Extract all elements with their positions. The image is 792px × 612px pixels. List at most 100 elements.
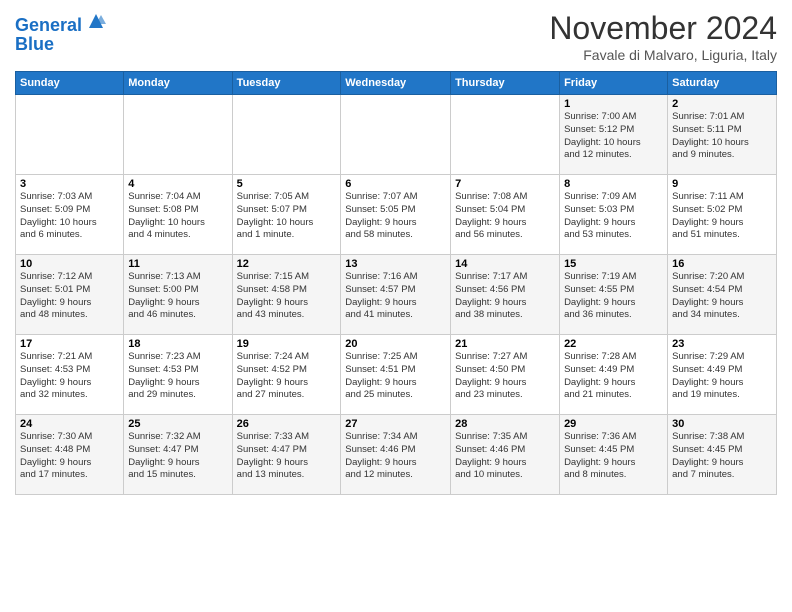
- day-number: 1: [564, 98, 663, 110]
- day-number: 19: [237, 338, 337, 350]
- day-number: 23: [672, 338, 772, 350]
- day-number: 22: [564, 338, 663, 350]
- day-info: Sunrise: 7:35 AM Sunset: 4:46 PM Dayligh…: [455, 431, 555, 482]
- day-info: Sunrise: 7:36 AM Sunset: 4:45 PM Dayligh…: [564, 431, 663, 482]
- title-block: November 2024 Favale di Malvaro, Liguria…: [549, 10, 777, 63]
- day-info: Sunrise: 7:29 AM Sunset: 4:49 PM Dayligh…: [672, 351, 772, 402]
- day-info: Sunrise: 7:08 AM Sunset: 5:04 PM Dayligh…: [455, 191, 555, 242]
- calendar-week-row: 1Sunrise: 7:00 AM Sunset: 5:12 PM Daylig…: [16, 95, 777, 175]
- month-title: November 2024: [549, 10, 777, 47]
- day-info: Sunrise: 7:04 AM Sunset: 5:08 PM Dayligh…: [128, 191, 227, 242]
- day-number: 6: [345, 178, 446, 190]
- weekday-header-sunday: Sunday: [16, 72, 124, 95]
- day-number: 17: [20, 338, 119, 350]
- day-number: 8: [564, 178, 663, 190]
- day-info: Sunrise: 7:23 AM Sunset: 4:53 PM Dayligh…: [128, 351, 227, 402]
- day-info: Sunrise: 7:16 AM Sunset: 4:57 PM Dayligh…: [345, 271, 446, 322]
- weekday-header-wednesday: Wednesday: [341, 72, 451, 95]
- day-number: 30: [672, 418, 772, 430]
- day-info: Sunrise: 7:33 AM Sunset: 4:47 PM Dayligh…: [237, 431, 337, 482]
- calendar-cell: 16Sunrise: 7:20 AM Sunset: 4:54 PM Dayli…: [668, 255, 777, 335]
- day-info: Sunrise: 7:20 AM Sunset: 4:54 PM Dayligh…: [672, 271, 772, 322]
- day-info: Sunrise: 7:28 AM Sunset: 4:49 PM Dayligh…: [564, 351, 663, 402]
- day-info: Sunrise: 7:32 AM Sunset: 4:47 PM Dayligh…: [128, 431, 227, 482]
- calendar-week-row: 3Sunrise: 7:03 AM Sunset: 5:09 PM Daylig…: [16, 175, 777, 255]
- calendar-cell: 26Sunrise: 7:33 AM Sunset: 4:47 PM Dayli…: [232, 415, 341, 495]
- day-info: Sunrise: 7:09 AM Sunset: 5:03 PM Dayligh…: [564, 191, 663, 242]
- day-number: 20: [345, 338, 446, 350]
- weekday-header-monday: Monday: [124, 72, 232, 95]
- day-info: Sunrise: 7:17 AM Sunset: 4:56 PM Dayligh…: [455, 271, 555, 322]
- calendar-cell: 17Sunrise: 7:21 AM Sunset: 4:53 PM Dayli…: [16, 335, 124, 415]
- weekday-header-thursday: Thursday: [451, 72, 560, 95]
- main-container: General Blue November 2024 Favale di Mal…: [0, 0, 792, 505]
- calendar-week-row: 24Sunrise: 7:30 AM Sunset: 4:48 PM Dayli…: [16, 415, 777, 495]
- day-number: 25: [128, 418, 227, 430]
- calendar-cell: [341, 95, 451, 175]
- day-info: Sunrise: 7:00 AM Sunset: 5:12 PM Dayligh…: [564, 111, 663, 162]
- day-info: Sunrise: 7:07 AM Sunset: 5:05 PM Dayligh…: [345, 191, 446, 242]
- calendar-cell: [232, 95, 341, 175]
- day-info: Sunrise: 7:27 AM Sunset: 4:50 PM Dayligh…: [455, 351, 555, 402]
- calendar-cell: 24Sunrise: 7:30 AM Sunset: 4:48 PM Dayli…: [16, 415, 124, 495]
- calendar-cell: 9Sunrise: 7:11 AM Sunset: 5:02 PM Daylig…: [668, 175, 777, 255]
- day-number: 28: [455, 418, 555, 430]
- day-info: Sunrise: 7:21 AM Sunset: 4:53 PM Dayligh…: [20, 351, 119, 402]
- day-info: Sunrise: 7:19 AM Sunset: 4:55 PM Dayligh…: [564, 271, 663, 322]
- day-number: 5: [237, 178, 337, 190]
- day-number: 2: [672, 98, 772, 110]
- weekday-header-saturday: Saturday: [668, 72, 777, 95]
- calendar-week-row: 10Sunrise: 7:12 AM Sunset: 5:01 PM Dayli…: [16, 255, 777, 335]
- logo-icon: [85, 10, 107, 32]
- day-info: Sunrise: 7:24 AM Sunset: 4:52 PM Dayligh…: [237, 351, 337, 402]
- subtitle: Favale di Malvaro, Liguria, Italy: [549, 47, 777, 63]
- calendar-cell: 13Sunrise: 7:16 AM Sunset: 4:57 PM Dayli…: [341, 255, 451, 335]
- calendar-cell: 6Sunrise: 7:07 AM Sunset: 5:05 PM Daylig…: [341, 175, 451, 255]
- calendar-cell: 10Sunrise: 7:12 AM Sunset: 5:01 PM Dayli…: [16, 255, 124, 335]
- day-number: 21: [455, 338, 555, 350]
- logo: General Blue: [15, 14, 107, 55]
- calendar-cell: 1Sunrise: 7:00 AM Sunset: 5:12 PM Daylig…: [560, 95, 668, 175]
- day-info: Sunrise: 7:03 AM Sunset: 5:09 PM Dayligh…: [20, 191, 119, 242]
- calendar-cell: 14Sunrise: 7:17 AM Sunset: 4:56 PM Dayli…: [451, 255, 560, 335]
- day-number: 11: [128, 258, 227, 270]
- day-number: 14: [455, 258, 555, 270]
- calendar-cell: 8Sunrise: 7:09 AM Sunset: 5:03 PM Daylig…: [560, 175, 668, 255]
- calendar-cell: 22Sunrise: 7:28 AM Sunset: 4:49 PM Dayli…: [560, 335, 668, 415]
- day-info: Sunrise: 7:15 AM Sunset: 4:58 PM Dayligh…: [237, 271, 337, 322]
- weekday-header-tuesday: Tuesday: [232, 72, 341, 95]
- calendar-cell: 23Sunrise: 7:29 AM Sunset: 4:49 PM Dayli…: [668, 335, 777, 415]
- calendar-cell: 5Sunrise: 7:05 AM Sunset: 5:07 PM Daylig…: [232, 175, 341, 255]
- day-number: 9: [672, 178, 772, 190]
- day-info: Sunrise: 7:13 AM Sunset: 5:00 PM Dayligh…: [128, 271, 227, 322]
- day-info: Sunrise: 7:38 AM Sunset: 4:45 PM Dayligh…: [672, 431, 772, 482]
- calendar-cell: 19Sunrise: 7:24 AM Sunset: 4:52 PM Dayli…: [232, 335, 341, 415]
- day-number: 7: [455, 178, 555, 190]
- logo-text: General: [15, 16, 82, 36]
- day-number: 10: [20, 258, 119, 270]
- calendar-cell: 21Sunrise: 7:27 AM Sunset: 4:50 PM Dayli…: [451, 335, 560, 415]
- calendar-cell: 11Sunrise: 7:13 AM Sunset: 5:00 PM Dayli…: [124, 255, 232, 335]
- day-number: 4: [128, 178, 227, 190]
- calendar-cell: 30Sunrise: 7:38 AM Sunset: 4:45 PM Dayli…: [668, 415, 777, 495]
- day-info: Sunrise: 7:25 AM Sunset: 4:51 PM Dayligh…: [345, 351, 446, 402]
- day-number: 18: [128, 338, 227, 350]
- calendar-cell: [124, 95, 232, 175]
- day-info: Sunrise: 7:11 AM Sunset: 5:02 PM Dayligh…: [672, 191, 772, 242]
- day-number: 13: [345, 258, 446, 270]
- calendar-cell: 2Sunrise: 7:01 AM Sunset: 5:11 PM Daylig…: [668, 95, 777, 175]
- day-info: Sunrise: 7:12 AM Sunset: 5:01 PM Dayligh…: [20, 271, 119, 322]
- day-number: 15: [564, 258, 663, 270]
- calendar-week-row: 17Sunrise: 7:21 AM Sunset: 4:53 PM Dayli…: [16, 335, 777, 415]
- day-info: Sunrise: 7:01 AM Sunset: 5:11 PM Dayligh…: [672, 111, 772, 162]
- calendar-cell: 7Sunrise: 7:08 AM Sunset: 5:04 PM Daylig…: [451, 175, 560, 255]
- calendar-cell: 28Sunrise: 7:35 AM Sunset: 4:46 PM Dayli…: [451, 415, 560, 495]
- header: General Blue November 2024 Favale di Mal…: [15, 10, 777, 63]
- day-number: 29: [564, 418, 663, 430]
- day-number: 27: [345, 418, 446, 430]
- calendar-cell: [16, 95, 124, 175]
- calendar-cell: 15Sunrise: 7:19 AM Sunset: 4:55 PM Dayli…: [560, 255, 668, 335]
- calendar-cell: 25Sunrise: 7:32 AM Sunset: 4:47 PM Dayli…: [124, 415, 232, 495]
- weekday-header-friday: Friday: [560, 72, 668, 95]
- calendar-cell: [451, 95, 560, 175]
